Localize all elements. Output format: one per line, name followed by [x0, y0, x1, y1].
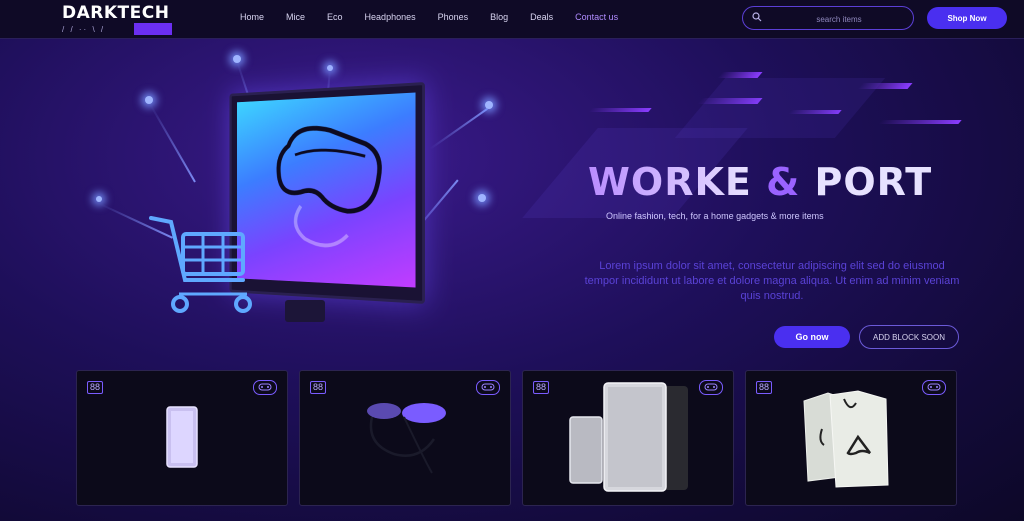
monitor-stand [285, 300, 325, 322]
gamepad-icon[interactable] [922, 380, 946, 395]
monitor-screen [237, 92, 416, 288]
product-card-vr-headset[interactable]: 88 [299, 370, 511, 506]
nav-item-deals[interactable]: Deals [530, 12, 553, 22]
monitor-illustration [229, 82, 425, 304]
main-nav: Home Mice Eco Headphones Phones Blog Dea… [240, 12, 640, 22]
hero-title: WORKE & PORT [588, 160, 933, 204]
vr-headset-image [367, 403, 446, 474]
product-card-apparel[interactable]: 88 [745, 370, 957, 506]
search-box[interactable] [742, 6, 914, 30]
nav-item-contact[interactable]: Contact us [575, 12, 618, 22]
shopping-cart-icon [149, 216, 252, 313]
shop-now-button[interactable]: Shop Now [927, 7, 1007, 29]
secondary-cta-button[interactable]: ADD BLOCK SOON [859, 325, 959, 349]
card-badge: 88 [756, 381, 773, 394]
logo-text: DARKTECH [62, 3, 170, 23]
brand-logo[interactable]: DARKTECH / / ·· \ / [62, 3, 172, 35]
vr-headset-icon [241, 98, 402, 276]
nav-item-eco[interactable]: Eco [327, 12, 343, 22]
card-badge: 88 [310, 381, 327, 394]
card-badge: 88 [533, 381, 550, 394]
top-nav-bar: DARKTECH / / ·· \ / Home Mice Eco Headph… [0, 0, 1024, 39]
nav-item-mice[interactable]: Mice [286, 12, 305, 22]
logo-tagline: / / ·· \ / [62, 25, 106, 34]
logo-accent-bar [134, 23, 172, 35]
gamepad-icon[interactable] [699, 380, 723, 395]
search-input[interactable] [769, 10, 909, 28]
card-badge: 88 [87, 381, 104, 394]
product-card-phone[interactable]: 88 [76, 370, 288, 506]
nav-item-headphones[interactable]: Headphones [365, 12, 416, 22]
gamepad-icon[interactable] [476, 380, 500, 395]
tablets-image [569, 382, 688, 492]
gamepad-icon[interactable] [253, 380, 277, 395]
go-now-button[interactable]: Go now [774, 326, 850, 348]
hero-subtitle: Online fashion, tech, for a home gadgets… [606, 211, 824, 221]
nav-item-home[interactable]: Home [240, 12, 264, 22]
nav-item-phones[interactable]: Phones [438, 12, 469, 22]
apparel-image [803, 390, 889, 488]
nav-item-blog[interactable]: Blog [490, 12, 508, 22]
product-card-tablets[interactable]: 88 [522, 370, 734, 506]
search-icon [752, 12, 762, 22]
phone-image [166, 406, 198, 468]
hero-description: Lorem ipsum dolor sit amet, consectetur … [584, 260, 960, 302]
